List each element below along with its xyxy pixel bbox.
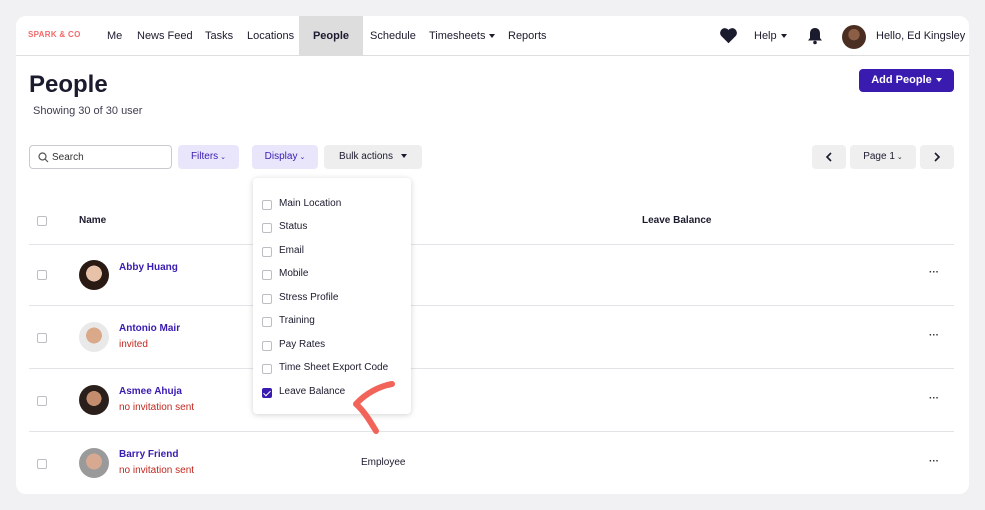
search-input[interactable] — [52, 149, 167, 165]
option-label: Email — [279, 245, 305, 256]
add-people-button[interactable]: Add People — [859, 69, 954, 92]
row-menu-button[interactable]: ··· — [929, 267, 939, 278]
person-name[interactable]: Barry Friend — [119, 449, 178, 460]
row-menu-button[interactable]: ··· — [929, 393, 939, 404]
prev-page-button[interactable] — [812, 145, 846, 169]
bulk-actions-label: Bulk actions — [339, 151, 393, 162]
heart-icon[interactable] — [719, 27, 738, 44]
invite-status: no invitation sent — [119, 465, 195, 476]
page-label: Page 1 — [863, 151, 895, 162]
row-checkbox[interactable] — [37, 333, 47, 343]
greeting: Hello, Ed Kingsley — [876, 30, 966, 42]
person-name[interactable]: Antonio Mair — [119, 323, 180, 334]
chevron-down-icon: ⌄ — [220, 154, 227, 161]
option-checkbox[interactable] — [262, 364, 272, 374]
row-menu-button[interactable]: ··· — [929, 330, 939, 341]
row-checkbox[interactable] — [37, 270, 47, 280]
divider — [29, 368, 954, 369]
row-checkbox[interactable] — [37, 396, 47, 406]
select-all-checkbox[interactable] — [37, 216, 47, 226]
page-title: People — [29, 71, 108, 98]
avatar — [79, 448, 109, 478]
option-label: Mobile — [279, 268, 309, 279]
row-menu-button[interactable]: ··· — [929, 456, 939, 467]
caret-down-icon — [489, 34, 496, 39]
option-checkbox[interactable] — [262, 200, 272, 210]
filters-label: Filters — [190, 151, 219, 162]
divider — [29, 431, 954, 432]
column-name[interactable]: Name — [79, 215, 106, 226]
row-checkbox[interactable] — [37, 459, 47, 469]
option-checkbox[interactable] — [262, 270, 272, 280]
option-checkbox[interactable] — [262, 317, 272, 327]
avatar — [79, 385, 109, 415]
app-window: SPARK & CO Me News Feed Tasks Locations … — [16, 16, 969, 494]
option-label: Status — [279, 221, 308, 232]
option-label: Leave Balance — [279, 386, 346, 397]
display-button[interactable]: Display ⌄ — [252, 145, 318, 169]
user-menu[interactable]: Hello, Ed Kingsley — [876, 16, 969, 79]
option-label: Pay Rates — [279, 339, 326, 350]
nav-me[interactable]: Me — [107, 16, 122, 56]
nav-news-feed[interactable]: News Feed — [137, 16, 193, 56]
option-label: Stress Profile — [279, 292, 339, 303]
nav-people[interactable]: People — [299, 16, 363, 56]
nav-timesheets[interactable]: Timesheets — [429, 16, 496, 56]
option-checkbox[interactable] — [262, 341, 272, 351]
bulk-actions-button[interactable]: Bulk actions — [324, 145, 422, 169]
option-checkbox-checked[interactable] — [262, 388, 272, 398]
option-label: Main Location — [279, 198, 342, 209]
user-count: Showing 30 of 30 user — [33, 105, 143, 117]
logo: SPARK & CO — [28, 30, 81, 39]
top-nav: SPARK & CO Me News Feed Tasks Locations … — [16, 16, 969, 79]
invite-status: no invitation sent — [119, 402, 195, 413]
chevron-down-icon: ⌄ — [896, 154, 903, 161]
divider — [29, 305, 954, 306]
user-avatar[interactable] — [842, 25, 866, 49]
help-label: Help — [754, 30, 777, 42]
divider — [29, 244, 954, 245]
caret-down-icon — [935, 78, 942, 83]
annotation-arrow-icon — [353, 381, 395, 434]
nav-timesheets-label: Timesheets — [429, 30, 486, 42]
chevron-right-icon — [934, 152, 941, 162]
filters-button[interactable]: Filters ⌄ — [178, 145, 239, 169]
display-label: Display — [264, 151, 298, 162]
caret-down-icon — [400, 154, 407, 159]
help-menu[interactable]: Help — [754, 16, 787, 56]
avatar — [79, 260, 109, 290]
option-label: Time Sheet Export Code — [279, 362, 389, 373]
search-box[interactable] — [29, 145, 172, 169]
add-people-label: Add People — [871, 74, 932, 86]
nav-schedule[interactable]: Schedule — [370, 16, 416, 56]
page-select[interactable]: Page 1 ⌄ — [850, 145, 916, 169]
bell-icon[interactable] — [807, 27, 823, 45]
chevron-down-icon: ⌄ — [299, 154, 306, 161]
nav-locations[interactable]: Locations — [247, 16, 294, 56]
caret-down-icon — [780, 34, 787, 39]
next-page-button[interactable] — [920, 145, 954, 169]
search-icon — [38, 152, 49, 163]
column-leave-balance[interactable]: Leave Balance — [642, 215, 712, 226]
role-label: Employee — [361, 457, 406, 468]
person-name[interactable]: Abby Huang — [119, 262, 178, 273]
nav-tasks[interactable]: Tasks — [205, 16, 233, 56]
chevron-left-icon — [825, 152, 832, 162]
option-checkbox[interactable] — [262, 223, 272, 233]
invite-status: invited — [119, 339, 148, 350]
avatar — [79, 322, 109, 352]
option-label: Training — [279, 315, 315, 326]
option-checkbox[interactable] — [262, 247, 272, 257]
person-name[interactable]: Asmee Ahuja — [119, 386, 182, 397]
nav-reports[interactable]: Reports — [508, 16, 547, 56]
option-checkbox[interactable] — [262, 294, 272, 304]
